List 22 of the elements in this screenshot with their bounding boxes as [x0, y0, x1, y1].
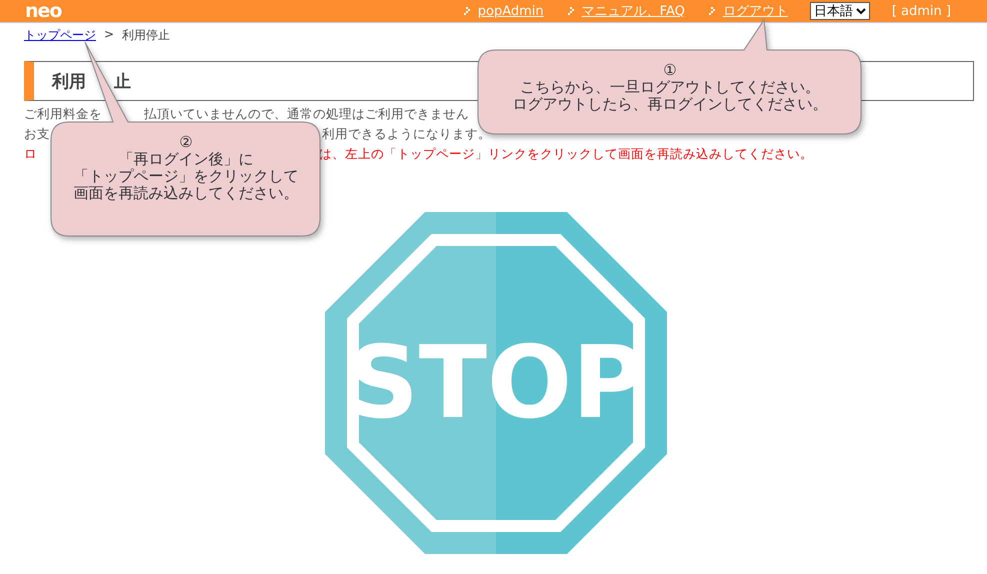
message-text: 利用できるようになります。 [322, 125, 491, 143]
caret-icon [856, 7, 866, 15]
callout-text: ① こちらから、一旦ログアウトしてください。 ログアウトしたら、再ログインしてください。 [512, 62, 828, 113]
logo[interactable]: neo [25, 2, 62, 20]
message-text: ご利用料金を [24, 105, 102, 123]
message-text: 払頂いていませんので、通常の処理はご利用できません [144, 105, 469, 123]
bullet-icon [464, 7, 470, 15]
nav-link[interactable]: popAdmin [478, 4, 544, 18]
bullet-icon [568, 7, 574, 15]
user-name: [ admin ] [892, 4, 951, 18]
page-title: 利用 [52, 70, 86, 92]
nav-link[interactable]: ログアウト [722, 2, 788, 20]
nav-link[interactable]: マニュアル、FAQ [582, 2, 685, 20]
page-title: 止 [114, 70, 131, 92]
message-text: ロ [24, 145, 37, 163]
callout-text: ② 「再ログイン後」に 「トップページ」をクリックして 画面を再読み込みしてください。 [72, 134, 300, 202]
language-select[interactable]: 日本語 [810, 2, 870, 20]
bullet-icon [708, 7, 715, 15]
breadcrumb-link[interactable]: トップページ [24, 27, 96, 44]
message-text: お支 [24, 125, 50, 143]
breadcrumb-current: 利用停止 [122, 27, 170, 44]
breadcrumb-separator: > [104, 27, 114, 43]
